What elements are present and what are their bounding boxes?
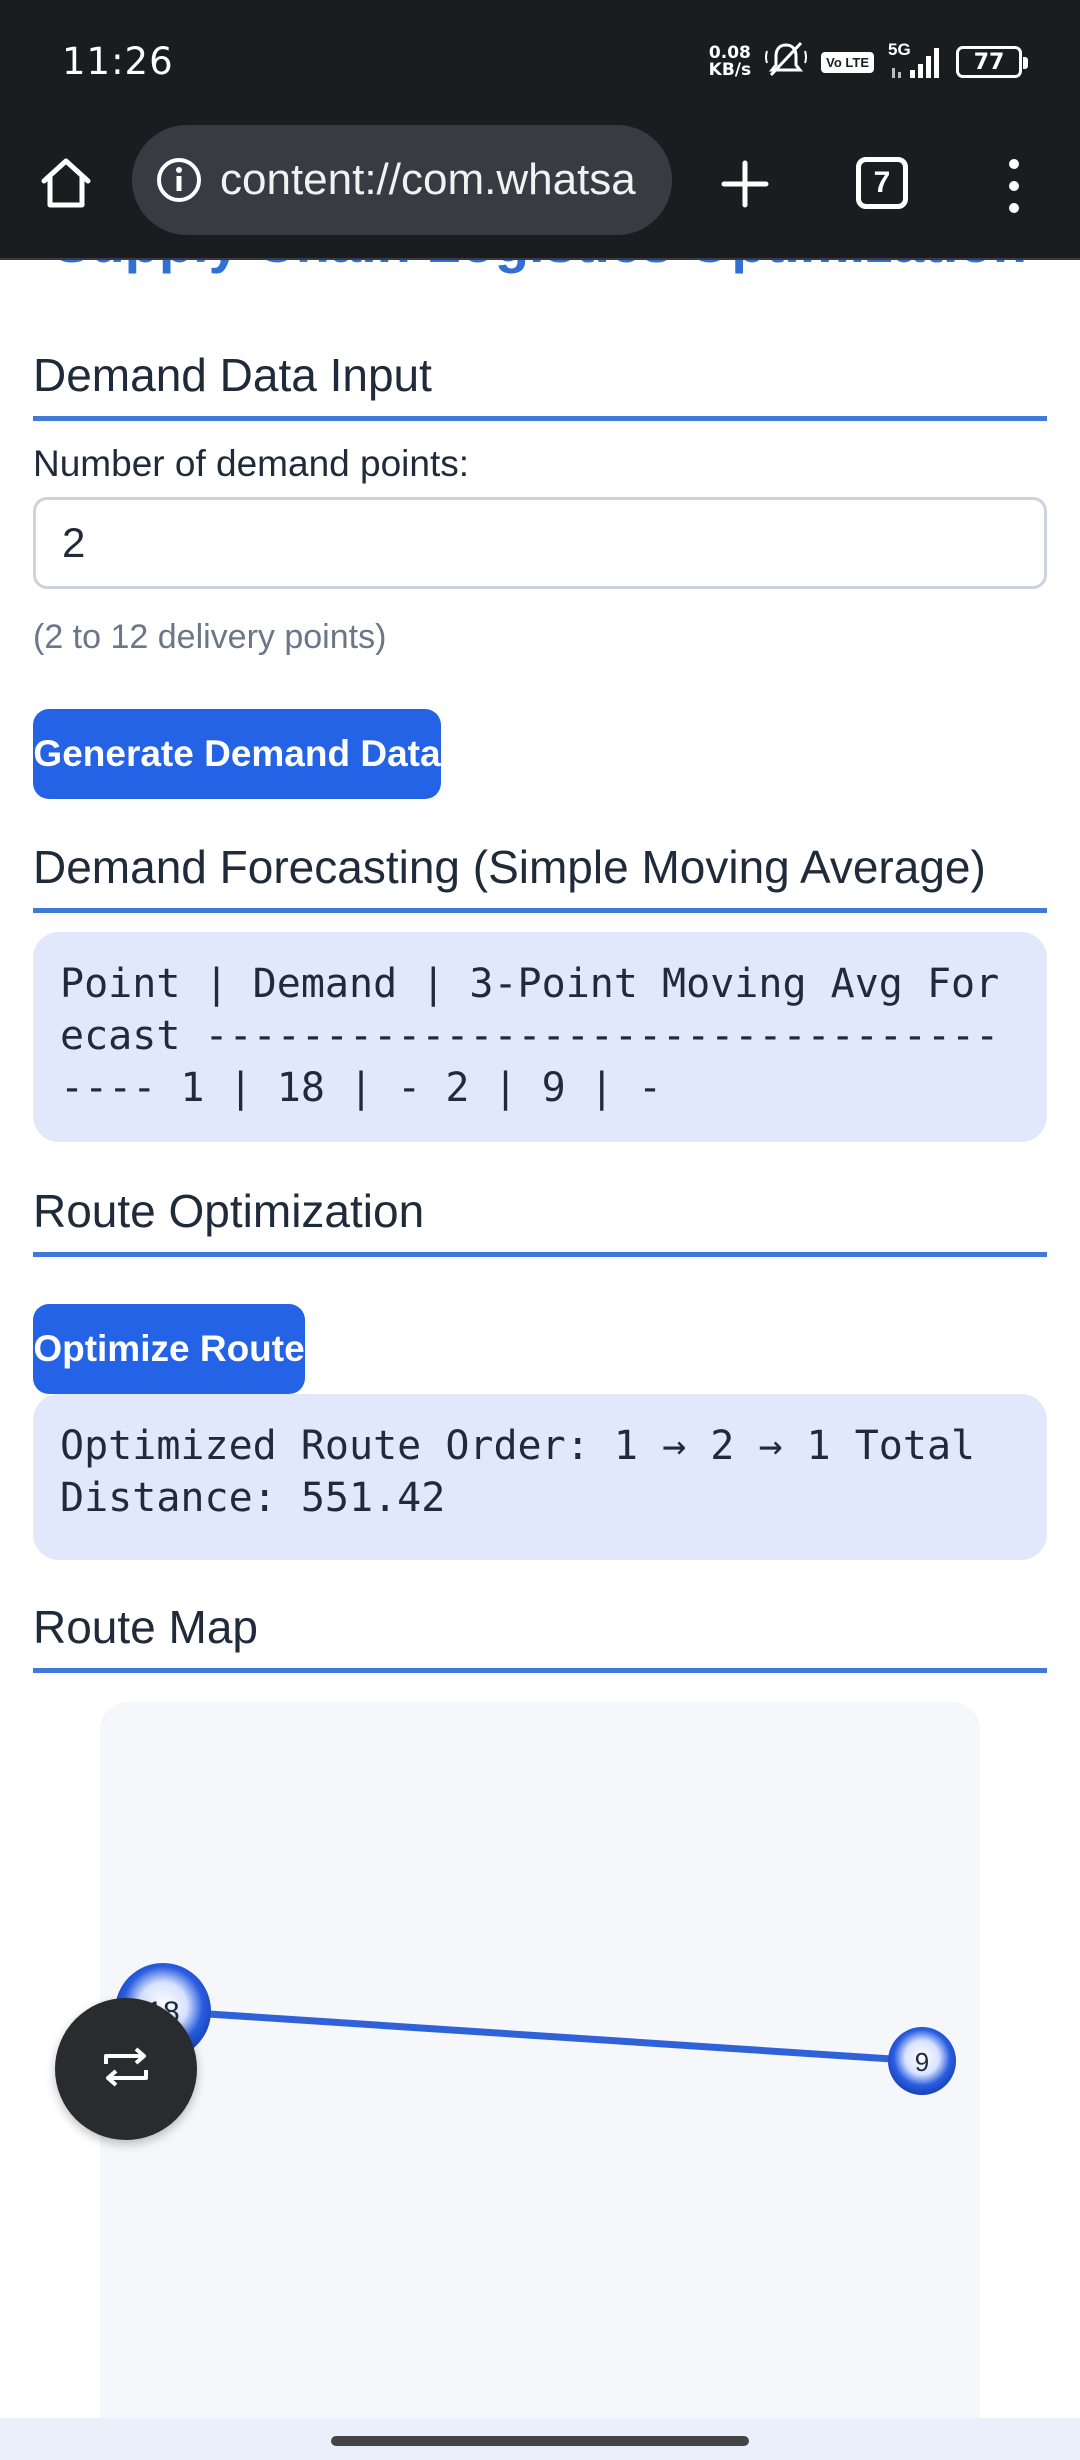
info-icon[interactable] bbox=[152, 153, 206, 207]
network-speed-unit: KB/s bbox=[708, 60, 752, 80]
mute-icon bbox=[765, 41, 808, 84]
floating-action-button[interactable] bbox=[55, 1998, 197, 2140]
generate-demand-data-button[interactable]: Generate Demand Data bbox=[33, 709, 441, 799]
navigation-bar bbox=[0, 2418, 1080, 2460]
demand-points-input[interactable] bbox=[33, 497, 1047, 589]
route-node-2[interactable]: 9 bbox=[888, 2027, 956, 2095]
home-button[interactable] bbox=[34, 153, 98, 217]
battery-indicator: 77 bbox=[956, 46, 1028, 78]
route-output: Optimized Route Order: 1 → 2 → 1 Total D… bbox=[33, 1394, 1047, 1560]
tab-count: 7 bbox=[873, 166, 891, 199]
section-heading-route-optimization: Route Optimization bbox=[33, 1184, 1047, 1257]
status-time: 11:26 bbox=[62, 40, 174, 83]
tab-switcher-button[interactable]: 7 bbox=[856, 157, 908, 209]
url-text: content://com.whatsa bbox=[220, 155, 636, 204]
plus-icon bbox=[720, 159, 770, 214]
demand-points-hint: (2 to 12 delivery points) bbox=[33, 618, 387, 656]
battery-level: 77 bbox=[973, 49, 1005, 75]
new-tab-button[interactable] bbox=[712, 153, 778, 219]
volte-badge: Vo LTE bbox=[821, 51, 874, 73]
status-bar: 11:26 0.08 KB/s Vo LTE 5G 77 bbox=[0, 0, 1080, 125]
section-heading-route-map: Route Map bbox=[33, 1600, 1047, 1673]
route-map-canvas: 18 9 bbox=[115, 1963, 956, 2095]
section-heading-forecast: Demand Forecasting (Simple Moving Averag… bbox=[33, 840, 1047, 913]
swap-icon bbox=[98, 2044, 154, 2095]
page-title: Supply Chain Logistics Optimization bbox=[0, 260, 1080, 275]
route-map-panel: 18 9 bbox=[100, 1702, 980, 2460]
network-speed: 0.08 KB/s bbox=[709, 45, 751, 79]
gesture-handle[interactable] bbox=[331, 2436, 749, 2446]
forecast-output: Point | Demand | 3-Point Moving Avg Fore… bbox=[33, 932, 1047, 1142]
optimize-route-button[interactable]: Optimize Route bbox=[33, 1304, 305, 1394]
more-vert-icon[interactable] bbox=[996, 153, 1032, 219]
address-bar[interactable]: content://com.whatsa bbox=[132, 125, 672, 235]
route-node-label: 9 bbox=[915, 2047, 929, 2077]
signal-icon: 5G bbox=[888, 40, 942, 80]
section-heading-demand-input: Demand Data Input bbox=[33, 348, 1047, 421]
network-type: 5G bbox=[888, 40, 911, 59]
home-icon bbox=[38, 155, 94, 216]
route-segment bbox=[159, 2007, 926, 2065]
browser-toolbar: content://com.whatsa 7 bbox=[0, 125, 1080, 260]
demand-points-label: Number of demand points: bbox=[33, 443, 470, 484]
status-icons: 0.08 KB/s Vo LTE 5G 77 bbox=[709, 40, 1028, 84]
